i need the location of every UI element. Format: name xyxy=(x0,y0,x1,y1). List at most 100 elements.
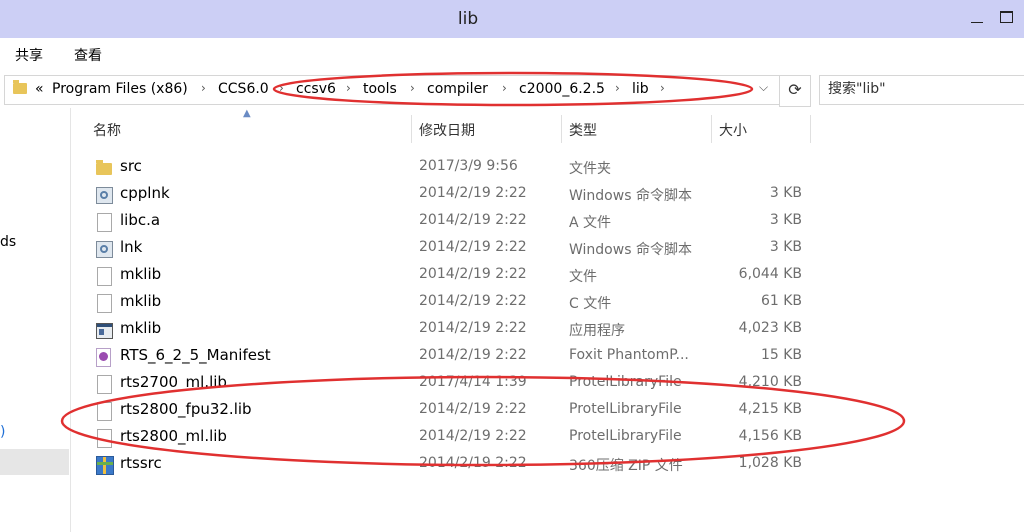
file-size: 1,028 KB xyxy=(738,455,802,471)
file-name: cpplnk xyxy=(120,184,170,202)
breadcrumb-ccs6[interactable]: CCS6.0 xyxy=(218,81,269,97)
pdf-icon xyxy=(96,348,111,367)
file-date: 2014/2/19 2:22 xyxy=(419,212,527,228)
breadcrumb-lib[interactable]: lib xyxy=(632,81,649,97)
file-name: rts2700_ml.lib xyxy=(120,373,227,391)
file-name: libc.a xyxy=(120,211,161,229)
file-size: 3 KB xyxy=(769,239,802,255)
file-row[interactable]: rts2800_ml.lib 2014/2/19 2:22 ProtelLibr… xyxy=(0,424,1024,451)
minimize-button[interactable] xyxy=(966,8,988,28)
file-row[interactable]: mklib 2014/2/19 2:22 C 文件 61 KB xyxy=(0,289,1024,316)
file-type: 文件 xyxy=(569,269,597,285)
maximize-button[interactable] xyxy=(995,8,1017,28)
file-row[interactable]: src 2017/3/9 9:56 文件夹 xyxy=(0,154,1024,181)
file-size: 15 KB xyxy=(760,347,802,363)
file-size: 3 KB xyxy=(769,212,802,228)
file-type: A 文件 xyxy=(569,215,612,231)
file-date: 2014/2/19 2:22 xyxy=(419,320,527,336)
file-name: rtssrc xyxy=(120,454,162,472)
column-divider[interactable] xyxy=(810,115,811,143)
file-size: 4,156 KB xyxy=(738,428,802,444)
file-type: ProtelLibraryFile xyxy=(569,401,682,417)
address-bar[interactable]: « Program Files (x86) › CCS6.0 › ccsv6 ›… xyxy=(4,75,780,105)
file-row[interactable]: libc.a 2014/2/19 2:22 A 文件 3 KB xyxy=(0,208,1024,235)
file-name: mklib xyxy=(120,292,162,310)
file-row[interactable]: rtssrc 2014/2/19 2:22 360压缩 ZIP 文件 1,028… xyxy=(0,451,1024,478)
title-bar: lib xyxy=(0,0,1024,38)
breadcrumb-tools[interactable]: tools xyxy=(363,81,397,97)
file-list: src 2017/3/9 9:56 文件夹 cpplnk 2014/2/19 2… xyxy=(0,154,1024,478)
breadcrumb-separator-icon[interactable]: › xyxy=(502,81,507,95)
file-date: 2014/2/19 2:22 xyxy=(419,266,527,282)
file-type: 文件夹 xyxy=(569,161,611,177)
column-header-type[interactable]: 类型 xyxy=(562,115,711,143)
file-row[interactable]: RTS_6_2_5_Manifest 2014/2/19 2:22 Foxit … xyxy=(0,343,1024,370)
file-type: Windows 命令脚本 xyxy=(569,242,692,258)
breadcrumb-overflow[interactable]: « xyxy=(35,81,44,97)
refresh-button[interactable]: ⟳ xyxy=(779,75,811,107)
file-date: 2014/2/19 2:22 xyxy=(419,347,527,363)
file-date: 2014/2/19 2:22 xyxy=(419,401,527,417)
file-size: 4,023 KB xyxy=(738,320,802,336)
tab-share[interactable]: 共享 xyxy=(15,45,43,65)
breadcrumb-compiler[interactable]: compiler xyxy=(427,81,488,97)
file-row[interactable]: lnk 2014/2/19 2:22 Windows 命令脚本 3 KB xyxy=(0,235,1024,262)
file-type: ProtelLibraryFile xyxy=(569,374,682,390)
file-icon xyxy=(97,375,112,394)
file-icon xyxy=(97,213,112,232)
file-type: Windows 命令脚本 xyxy=(569,188,692,204)
file-name: lnk xyxy=(120,238,143,256)
breadcrumb-separator-icon[interactable]: › xyxy=(201,81,206,95)
file-date: 2014/2/19 2:22 xyxy=(419,428,527,444)
file-name: mklib xyxy=(120,265,162,283)
column-header-label: 修改日期 xyxy=(419,123,475,139)
file-date: 2017/4/14 1:39 xyxy=(419,374,527,390)
folder-icon xyxy=(96,160,112,175)
search-box[interactable] xyxy=(819,75,1024,105)
application-icon xyxy=(96,323,113,339)
file-row[interactable]: rts2700_ml.lib 2017/4/14 1:39 ProtelLibr… xyxy=(0,370,1024,397)
column-header-size[interactable]: 大小 xyxy=(712,115,810,143)
file-row[interactable]: cpplnk 2014/2/19 2:22 Windows 命令脚本 3 KB xyxy=(0,181,1024,208)
breadcrumb-ccsv6[interactable]: ccsv6 xyxy=(296,81,336,97)
file-type: C 文件 xyxy=(569,296,612,312)
file-date: 2014/2/19 2:22 xyxy=(419,293,527,309)
column-header-date[interactable]: 修改日期 xyxy=(412,115,561,143)
file-size: 4,210 KB xyxy=(738,374,802,390)
file-name: mklib xyxy=(120,319,162,337)
file-name: RTS_6_2_5_Manifest xyxy=(120,346,271,364)
breadcrumb-c2000[interactable]: c2000_6.2.5 xyxy=(519,81,605,97)
file-icon xyxy=(97,402,112,421)
zip-archive-icon xyxy=(96,456,114,475)
file-type: ProtelLibraryFile xyxy=(569,428,682,444)
breadcrumb-separator-icon[interactable]: › xyxy=(660,81,665,95)
file-date: 2014/2/19 2:22 xyxy=(419,455,527,471)
column-header-label: 大小 xyxy=(719,123,747,139)
chevron-down-icon[interactable]: ⌵ xyxy=(759,80,768,95)
cmd-script-icon xyxy=(96,187,113,204)
window-title: lib xyxy=(457,9,479,29)
ribbon-tabs: 共享 查看 xyxy=(0,38,1024,70)
breadcrumb-separator-icon[interactable]: › xyxy=(410,81,415,95)
file-name: rts2800_fpu32.lib xyxy=(120,400,252,418)
search-input[interactable] xyxy=(828,81,1018,97)
file-date: 2014/2/19 2:22 xyxy=(419,239,527,255)
breadcrumb-separator-icon[interactable]: › xyxy=(279,81,284,95)
file-date: 2017/3/9 9:56 xyxy=(419,158,518,174)
file-size: 6,044 KB xyxy=(738,266,802,282)
file-icon xyxy=(97,294,112,313)
file-type: 应用程序 xyxy=(569,323,625,339)
breadcrumb-separator-icon[interactable]: › xyxy=(615,81,620,95)
breadcrumb-program-files[interactable]: Program Files (x86) xyxy=(52,81,188,97)
file-size: 61 KB xyxy=(760,293,802,309)
breadcrumb-separator-icon[interactable]: › xyxy=(346,81,351,95)
file-size: 3 KB xyxy=(769,185,802,201)
file-icon xyxy=(97,267,112,286)
tab-view[interactable]: 查看 xyxy=(74,45,102,65)
file-row[interactable]: rts2800_fpu32.lib 2014/2/19 2:22 ProtelL… xyxy=(0,397,1024,424)
file-row[interactable]: mklib 2014/2/19 2:22 文件 6,044 KB xyxy=(0,262,1024,289)
file-name: src xyxy=(120,157,142,175)
file-row[interactable]: mklib 2014/2/19 2:22 应用程序 4,023 KB xyxy=(0,316,1024,343)
column-header-label: 类型 xyxy=(569,123,597,139)
column-header-name[interactable]: 名称 xyxy=(86,115,411,143)
